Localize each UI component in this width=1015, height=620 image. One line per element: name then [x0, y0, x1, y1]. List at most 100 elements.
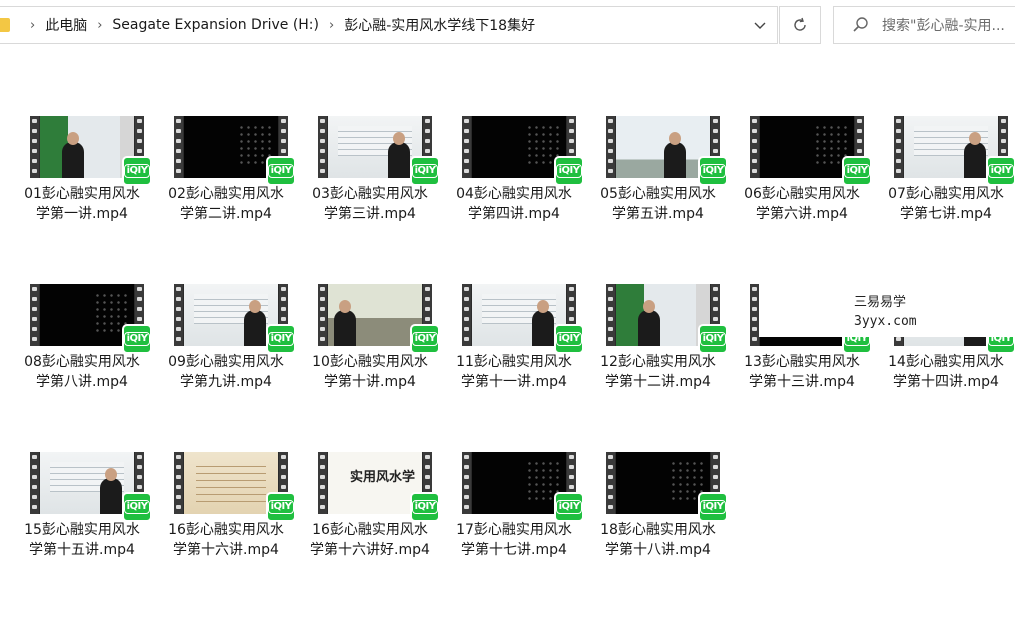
video-thumbnail[interactable]: iQIY [30, 284, 152, 354]
thumbnail-frame [184, 116, 278, 178]
video-thumbnail[interactable]: iQIY [894, 116, 1015, 186]
video-thumbnail[interactable]: iQIY [174, 284, 296, 354]
chevron-right-icon[interactable]: › [329, 18, 334, 33]
film-hole [425, 455, 430, 459]
film-hole [32, 297, 37, 301]
video-thumbnail[interactable]: iQIY [30, 116, 152, 186]
thumbnail-frame [616, 284, 710, 346]
film-hole [569, 119, 574, 123]
film-hole [425, 297, 430, 301]
file-name: 16彭心融实用风水学第十六讲好.mp4 [310, 522, 430, 558]
film-hole [320, 139, 325, 143]
breadcrumb-item-folder[interactable]: 彭心融-实用风水学线下18集好 [344, 15, 535, 35]
film-hole [713, 287, 718, 291]
film-hole [320, 307, 325, 311]
film-hole [464, 337, 469, 341]
film-hole [464, 307, 469, 311]
thumbnail-frame [472, 452, 566, 514]
film-hole [425, 139, 430, 143]
iqiyi-badge-text: iQIY [699, 332, 727, 346]
watermark-line1: 三易易学 [854, 295, 907, 310]
film-hole [320, 495, 325, 499]
video-thumbnail[interactable]: iQIY [462, 284, 584, 354]
film-hole [320, 327, 325, 331]
iqiyi-badge-text: iQIY [555, 164, 583, 178]
iqiyi-badge-text: iQIY [267, 332, 295, 346]
film-hole [281, 465, 286, 469]
film-hole [32, 505, 37, 509]
film-hole [32, 129, 37, 133]
film-hole [32, 307, 37, 311]
chevron-right-icon[interactable]: › [30, 18, 35, 33]
film-hole [425, 149, 430, 153]
iqiyi-icon: iQIY [698, 156, 728, 186]
breadcrumb-item-drive[interactable]: Seagate Expansion Drive (H:) [112, 17, 319, 33]
thumbnail-frame [184, 452, 278, 514]
film-hole [608, 485, 613, 489]
film-hole [281, 287, 286, 291]
thumbnail-frame [184, 284, 278, 346]
film-hole [569, 297, 574, 301]
film-hole [896, 129, 901, 133]
refresh-button[interactable] [779, 6, 821, 44]
video-thumbnail[interactable]: iQIY [462, 116, 584, 186]
iqiyi-icon: iQIY [410, 492, 440, 522]
film-strip [318, 116, 327, 178]
film-hole [425, 465, 430, 469]
refresh-icon [794, 17, 806, 31]
chevron-right-icon[interactable]: › [97, 18, 102, 33]
film-hole [608, 169, 613, 173]
film-hole [176, 139, 181, 143]
film-hole [320, 337, 325, 341]
thumbnail-frame [328, 284, 422, 346]
iqiyi-badge-text: iQIY [123, 332, 151, 346]
address-bar[interactable]: › 此电脑 › Seagate Expansion Drive (H:) › 彭… [0, 6, 778, 44]
video-thumbnail[interactable]: iQIY [174, 116, 296, 186]
film-hole [569, 139, 574, 143]
film-hole [464, 465, 469, 469]
film-hole [569, 475, 574, 479]
film-hole [176, 495, 181, 499]
thumbnail-frame [472, 116, 566, 178]
film-hole [176, 337, 181, 341]
thumbnail-title-text: 实用风水学 [350, 470, 416, 485]
video-thumbnail[interactable]: iQIY [606, 116, 728, 186]
film-hole [32, 327, 37, 331]
film-hole [32, 485, 37, 489]
video-thumbnail[interactable]: iQIY [174, 452, 296, 522]
person-figure [664, 132, 686, 178]
film-hole [320, 465, 325, 469]
video-thumbnail[interactable]: iQIY [30, 452, 152, 522]
iqiyi-icon: iQIY [842, 156, 872, 186]
film-hole [320, 475, 325, 479]
film-hole [176, 485, 181, 489]
film-hole [464, 485, 469, 489]
iqiyi-icon: iQIY [122, 324, 152, 354]
video-thumbnail[interactable]: 实用风水学 iQIY [318, 452, 440, 522]
film-hole [464, 505, 469, 509]
video-thumbnail[interactable]: iQIY [750, 116, 872, 186]
film-hole [281, 129, 286, 133]
film-hole [137, 149, 142, 153]
film-hole [32, 119, 37, 123]
film-hole [608, 475, 613, 479]
film-hole [176, 297, 181, 301]
film-hole [608, 327, 613, 331]
video-thumbnail[interactable]: iQIY [606, 452, 728, 522]
film-hole [752, 119, 757, 123]
thumbnail-frame [328, 116, 422, 178]
film-hole [464, 297, 469, 301]
iqiyi-icon: iQIY [410, 156, 440, 186]
video-thumbnail[interactable]: iQIY [606, 284, 728, 354]
film-hole [752, 307, 757, 311]
search-input[interactable]: 搜索"彭心融-实用... [833, 6, 1015, 44]
video-thumbnail[interactable]: iQIY [318, 284, 440, 354]
video-thumbnail[interactable]: iQIY [462, 452, 584, 522]
chevron-down-icon[interactable] [753, 18, 767, 32]
watermark: 三易易学 3yyx.com [759, 283, 1015, 337]
breadcrumb-item-this-pc[interactable]: 此电脑 [45, 15, 87, 35]
film-hole [569, 317, 574, 321]
file-name: 09彭心融实用风水学第九讲.mp4 [168, 354, 284, 390]
video-thumbnail[interactable]: iQIY [318, 116, 440, 186]
film-hole [608, 119, 613, 123]
